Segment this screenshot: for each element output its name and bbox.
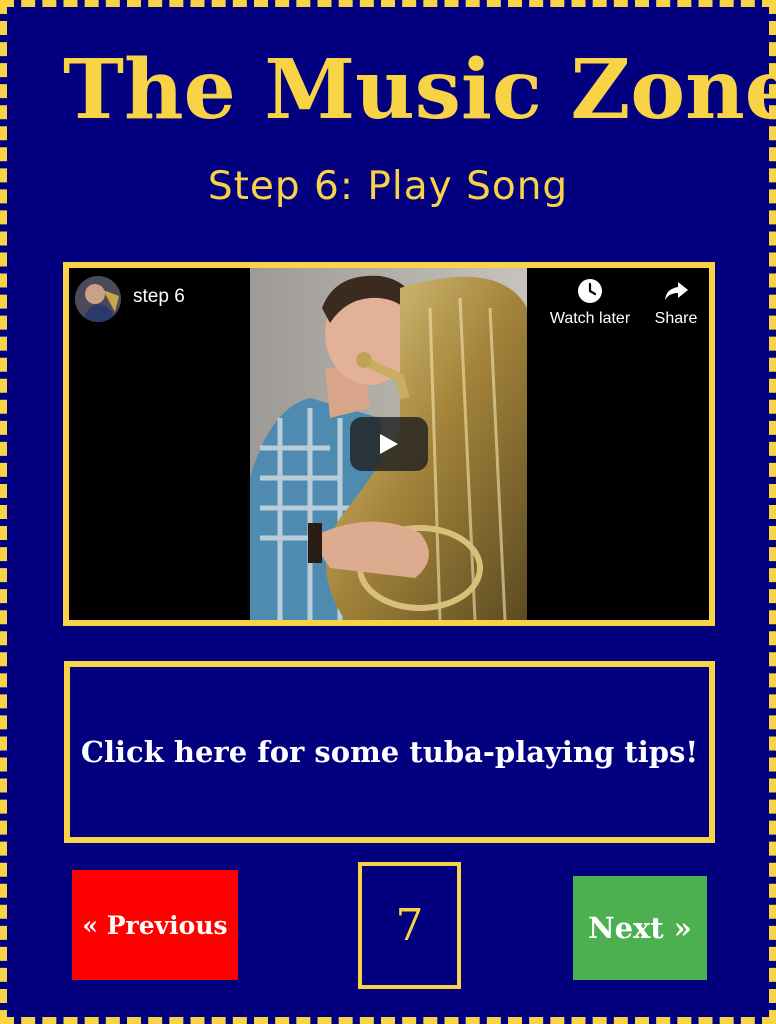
- clock-icon: [578, 279, 602, 303]
- next-button[interactable]: Next »: [573, 876, 707, 980]
- play-icon: [380, 434, 398, 454]
- watch-later-label: Watch later: [549, 310, 631, 327]
- tuba-tips-link[interactable]: Click here for some tuba-playing tips!: [64, 661, 715, 843]
- page-number: 7: [358, 862, 461, 989]
- channel-avatar[interactable]: [75, 276, 121, 322]
- video-header: step 6 Watch later Share: [69, 268, 709, 338]
- video-embed[interactable]: step 6 Watch later Share: [63, 262, 715, 626]
- share-label: Share: [654, 310, 698, 327]
- step-subtitle: Step 6: Play Song: [207, 164, 569, 209]
- share-button[interactable]: Share: [631, 278, 709, 328]
- page-title: The Music Zone: [63, 42, 776, 138]
- previous-button[interactable]: « Previous: [72, 870, 238, 980]
- watch-later-button[interactable]: Watch later: [545, 278, 635, 328]
- video-title[interactable]: step 6: [133, 286, 185, 308]
- share-icon: [665, 282, 688, 300]
- play-button[interactable]: [350, 417, 428, 471]
